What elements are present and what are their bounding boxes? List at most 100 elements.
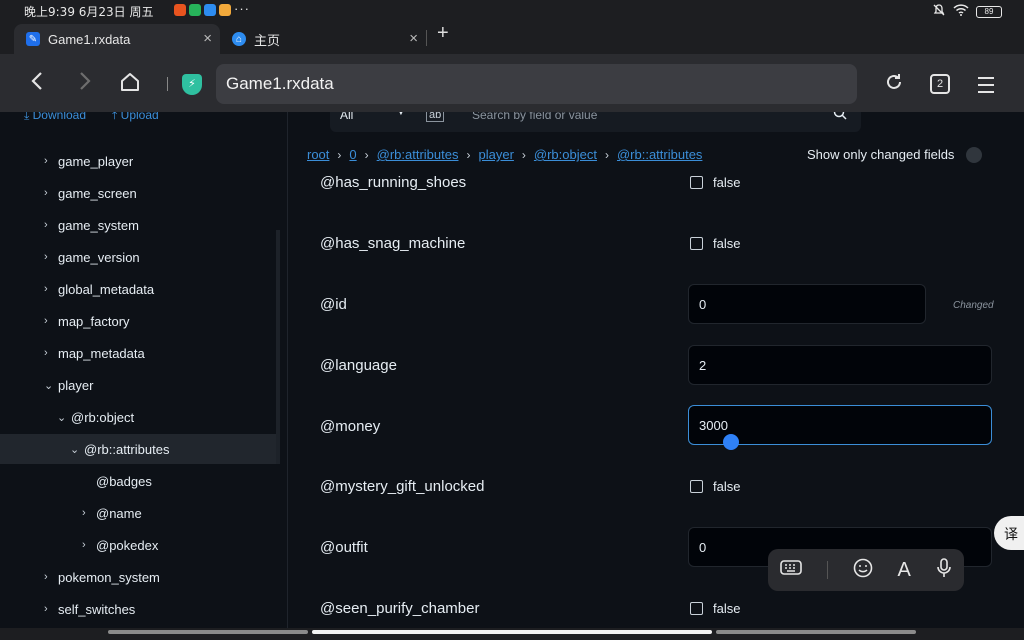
- tree-item-label: game_system: [58, 217, 139, 233]
- field-label: @money: [320, 418, 381, 435]
- app-icon-gallery: [219, 4, 231, 16]
- field-label: @has_running_shoes: [320, 174, 467, 191]
- field-input[interactable]: 2: [688, 345, 992, 385]
- tree-item-map-factory[interactable]: › map_factory: [44, 306, 130, 336]
- horizontal-scrollbar-right[interactable]: [716, 630, 916, 634]
- new-tab-button[interactable]: +: [437, 22, 449, 45]
- breadcrumb-item[interactable]: root: [307, 147, 329, 162]
- home-favicon-icon: ⌂: [232, 32, 246, 46]
- tree-item-label: player: [58, 377, 94, 393]
- chevron-right-icon: ›: [364, 147, 369, 162]
- tree-item-label: game_screen: [58, 185, 137, 201]
- breadcrumb-item[interactable]: @rb:attributes: [377, 147, 459, 162]
- field-checkbox[interactable]: [690, 176, 703, 189]
- search-input[interactable]: Search by field or value: [472, 112, 597, 122]
- tree-item-game-system[interactable]: › game_system: [44, 210, 139, 240]
- tree-item-map-metadata[interactable]: › map_metadata: [44, 338, 145, 368]
- tab-title: Game1.rxdata: [48, 31, 131, 47]
- breadcrumb: root › 0 › @rb:attributes › player › @rb:obj…: [307, 147, 702, 162]
- address-bar[interactable]: Game1.rxdata: [216, 64, 857, 104]
- tree-item-name[interactable]: › @name: [82, 498, 142, 528]
- close-tab-icon[interactable]: ×: [409, 30, 418, 47]
- tree-item-self-switches[interactable]: › self_switches: [44, 594, 135, 624]
- breadcrumb-item[interactable]: player: [478, 147, 513, 162]
- field-checkbox[interactable]: [690, 602, 703, 615]
- field-checkbox[interactable]: [690, 480, 703, 493]
- horizontal-scrollbar-left[interactable]: [108, 630, 308, 634]
- security-shield-icon[interactable]: ⚡: [182, 74, 202, 95]
- breadcrumb-item[interactable]: @rb::attributes: [617, 147, 702, 162]
- tree-item-label: map_factory: [58, 313, 130, 329]
- changed-tag: Changed: [953, 300, 994, 311]
- tree-item-label: @pokedex: [96, 537, 159, 553]
- bottom-bar: [0, 628, 1024, 640]
- close-tab-icon[interactable]: ×: [203, 30, 212, 47]
- tab-count-button[interactable]: 2: [930, 74, 950, 94]
- chevron-right-icon: ›: [44, 219, 48, 231]
- tree-item-label: global_metadata: [58, 281, 155, 297]
- forward-icon[interactable]: [78, 70, 92, 98]
- tree-item-game-version[interactable]: › game_version: [44, 242, 140, 272]
- tab-title: 主页: [254, 32, 281, 48]
- chevron-down-icon: ⌄: [70, 443, 80, 456]
- keyboard-icon[interactable]: [780, 559, 803, 582]
- download-button[interactable]: ⤓ Download: [24, 112, 86, 123]
- chevron-right-icon: ›: [82, 507, 86, 519]
- chevron-right-icon: ›: [337, 147, 342, 162]
- tree-item-label: self_switches: [58, 601, 136, 617]
- chevron-right-icon: ›: [44, 251, 48, 263]
- tree-item-game-player[interactable]: › game_player: [44, 146, 133, 176]
- field-bool-value: false: [713, 601, 741, 616]
- tree-item-global-metadata[interactable]: › global_metadata: [44, 274, 154, 304]
- breadcrumb-item[interactable]: 0: [349, 147, 356, 162]
- search-icon[interactable]: [833, 112, 847, 123]
- tree-item-rb-attributes[interactable]: ⌄ @rb::attributes: [70, 434, 169, 464]
- tree-item-badges[interactable]: @badges: [82, 466, 152, 496]
- tree-sidebar: ⤓ Download ⤒ Upload › game_player › game_s…: [0, 112, 288, 628]
- tree-item-label: game_version: [58, 249, 140, 265]
- field-label: @seen_purify_chamber: [320, 600, 480, 617]
- notification-icons: [174, 4, 231, 16]
- chevron-down-icon: ⌄: [44, 379, 54, 392]
- chevron-right-icon: ›: [44, 187, 48, 199]
- text-cursor-handle[interactable]: [723, 434, 739, 450]
- field-checkbox[interactable]: [690, 237, 703, 250]
- tree-item-player[interactable]: ⌄ player: [44, 370, 93, 400]
- app-icon-chat: [204, 4, 216, 16]
- reload-icon[interactable]: [884, 72, 904, 98]
- home-icon[interactable]: [119, 71, 141, 99]
- menu-icon[interactable]: [976, 74, 996, 100]
- sidebar-scrollbar[interactable]: [276, 230, 280, 464]
- tree-item-game-screen[interactable]: › game_screen: [44, 178, 137, 208]
- field-input[interactable]: 0: [688, 284, 926, 324]
- field-label: @id: [320, 296, 347, 313]
- tab-game1[interactable]: ✎ Game1.rxdata ×: [14, 24, 220, 54]
- chevron-down-icon[interactable]: ▼: [396, 112, 406, 118]
- show-changed-toggle[interactable]: [966, 147, 982, 163]
- edit-favicon-icon: ✎: [26, 32, 40, 46]
- field-label: @outfit: [320, 539, 368, 556]
- tree-item-label: game_player: [58, 153, 134, 169]
- mic-icon[interactable]: [936, 557, 952, 583]
- tree-item-label: @rb::attributes: [84, 441, 170, 457]
- chevron-right-icon: ›: [44, 155, 48, 167]
- tab-divider: [426, 30, 427, 46]
- mute-alarm-icon: [932, 3, 946, 20]
- chevron-right-icon: ›: [44, 571, 48, 583]
- emoji-icon[interactable]: [853, 558, 873, 583]
- battery-icon: 89: [976, 5, 1002, 18]
- breadcrumb-item[interactable]: @rb:object: [534, 147, 597, 162]
- regex-toggle[interactable]: ab: [426, 112, 445, 122]
- upload-button[interactable]: ⤒ Upload: [112, 112, 159, 123]
- tree-item-label: map_metadata: [58, 345, 145, 361]
- tree-item-pokedex[interactable]: › @pokedex: [82, 530, 158, 560]
- tree-item-pokemon-system[interactable]: › pokemon_system: [44, 562, 160, 592]
- tree-item-rb-object[interactable]: ⌄ @rb:object: [57, 402, 134, 432]
- nav-divider: [167, 77, 168, 91]
- font-icon[interactable]: A: [898, 559, 911, 582]
- tab-home[interactable]: ⌂ 主页 ×: [222, 24, 426, 54]
- back-icon[interactable]: [30, 70, 44, 98]
- gesture-home-indicator[interactable]: [312, 630, 712, 634]
- translate-button[interactable]: 译: [994, 516, 1024, 550]
- scope-select[interactable]: All: [340, 112, 353, 122]
